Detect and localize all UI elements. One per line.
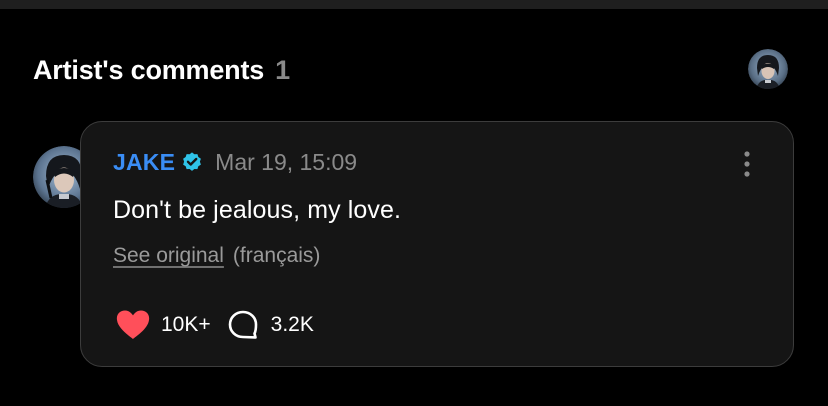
top-strip [0, 0, 828, 9]
author-name[interactable]: JAKE [113, 149, 175, 176]
comment-meta: JAKE Mar 19, 15:09 [113, 148, 357, 176]
verified-badge-icon [183, 152, 202, 171]
reply-count: 3.2K [270, 313, 314, 336]
comment-card: JAKE Mar 19, 15:09 Don't be jealous, my … [80, 121, 794, 367]
avatar-image [748, 49, 788, 89]
see-original-link[interactable]: See original [113, 244, 224, 268]
comment-timestamp: Mar 19, 15:09 [215, 148, 358, 175]
original-language: (français) [232, 244, 321, 267]
comment-body: Don't be jealous, my love. [113, 196, 402, 224]
header-avatar[interactable] [748, 49, 788, 89]
section-title: Artist's comments [33, 54, 265, 85]
comment-count: 1 [275, 54, 291, 85]
heart-icon[interactable] [115, 309, 151, 341]
more-vertical-icon[interactable] [737, 150, 757, 178]
comment-actions: 10K+ 3.2K [115, 308, 314, 342]
artist-comments-header: Artist's comments 1 [33, 50, 290, 90]
translation-row: See original (français) [113, 244, 320, 268]
like-count: 10K+ [161, 313, 211, 336]
speech-bubble-icon[interactable] [227, 309, 259, 341]
